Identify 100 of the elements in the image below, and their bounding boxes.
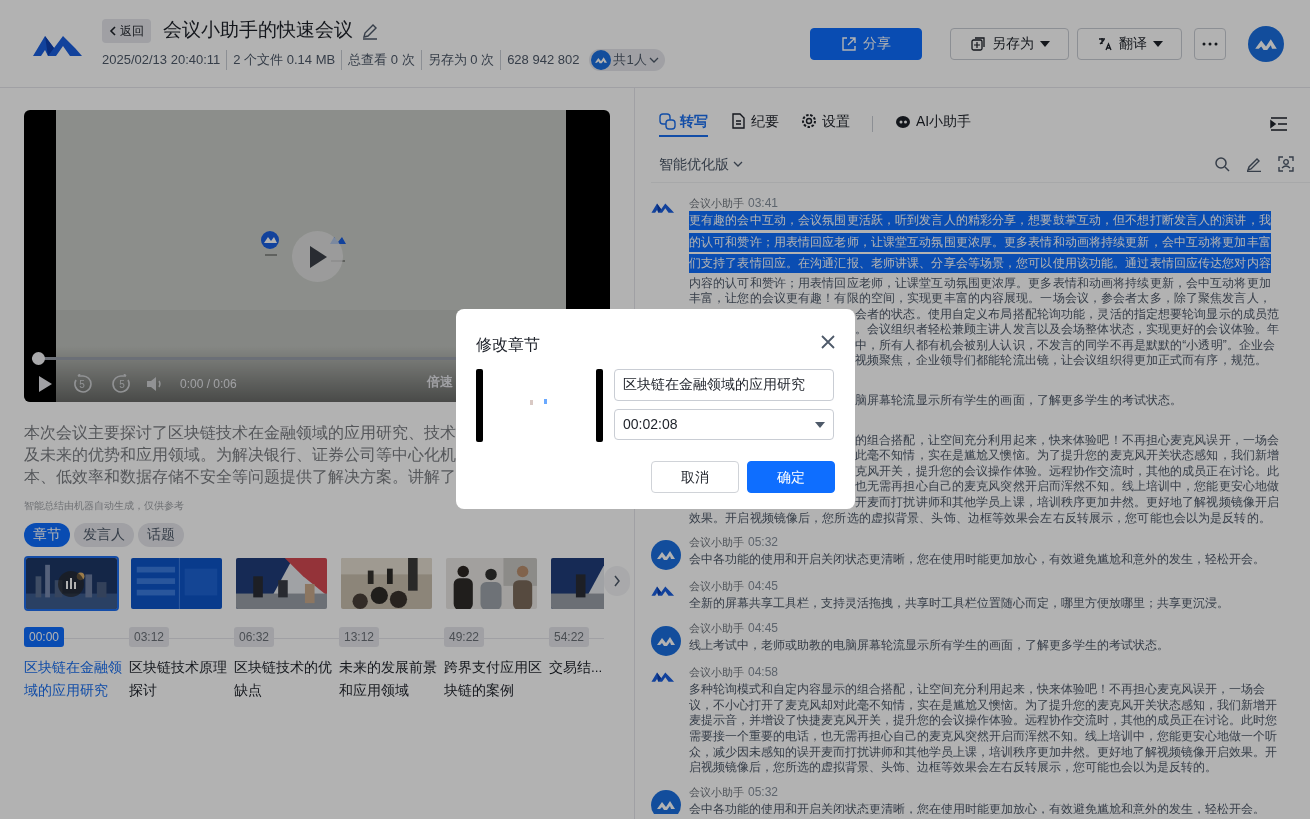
version-dropdown[interactable]: 智能优化版 bbox=[659, 153, 743, 175]
chapter-title-field[interactable]: 区块链在金融领域的应用研究 bbox=[614, 369, 834, 401]
chapter-title[interactable]: 跨界支付应用区块链的案例 bbox=[444, 656, 548, 702]
filter-tab[interactable]: 话题 bbox=[138, 523, 184, 547]
timestamp: 04:45 bbox=[748, 578, 779, 596]
time-badge: 03:12 bbox=[129, 627, 170, 647]
collapse-icon[interactable] bbox=[1270, 116, 1288, 132]
timestamp: 03:41 bbox=[748, 195, 779, 212]
caret-down-icon bbox=[815, 421, 825, 428]
meta-text: 总查看 0 次 bbox=[341, 50, 415, 70]
transcribe-icon bbox=[659, 113, 676, 130]
transcript-text: 也无需再担心自己的麦克风突然开启而浑然不知。线上培训中，您能更安心地做 bbox=[855, 479, 1280, 496]
close-icon bbox=[821, 335, 835, 349]
person-scan-icon[interactable] bbox=[1278, 156, 1294, 172]
chapter-title[interactable]: 交易结... bbox=[549, 656, 604, 679]
time-badge: 49:22 bbox=[444, 627, 485, 647]
timestamp: 05:32 bbox=[748, 784, 779, 802]
chapter-title[interactable]: 区块链技术原理探讨 bbox=[129, 656, 233, 702]
caret-down-icon bbox=[1152, 40, 1163, 47]
selected-text: 更有趣的会中互动，会议氛围更活跃，听到发言人的精彩分享，想要鼓掌互动，但不想打断发言人的演讲，我 bbox=[689, 211, 1271, 230]
caret-down-icon bbox=[1039, 40, 1050, 47]
avatar-icon bbox=[651, 540, 681, 571]
more-icon bbox=[1202, 41, 1218, 46]
chapter-title[interactable]: 未来的发展前景和应用领域 bbox=[339, 656, 443, 702]
robot-icon bbox=[895, 113, 912, 130]
transcript-text: 脑屏幕轮流显示所有学生的画面，了解更多学生的考试状态。 bbox=[855, 393, 1183, 409]
transcript-text: 会中各功能的使用和开启关闭状态更清晰，您在使用时能更加放心，有效避免尴尬和意外的发生，轻松开会。 bbox=[689, 552, 1266, 568]
timestamp: 05:32 bbox=[748, 534, 779, 552]
time-badge: 00:00 bbox=[24, 627, 65, 647]
meeting-title: 会议小助手的快速会议 bbox=[163, 18, 353, 43]
speaker-name: 会议小助手 bbox=[689, 664, 744, 680]
time-badge: 13:12 bbox=[339, 627, 380, 647]
chevron-down-icon bbox=[648, 55, 659, 64]
copy-icon bbox=[969, 35, 986, 52]
panel-tab[interactable]: 设置 bbox=[801, 111, 850, 137]
pencil-icon[interactable] bbox=[1246, 156, 1262, 172]
logo-icon bbox=[651, 201, 675, 215]
transcript-text: 丰富，让您的会议更有趣！有限的空间，实现更丰富的内容展现。一场会议，参会者太多，除了聚焦发言人， bbox=[689, 291, 1271, 307]
next-button[interactable] bbox=[604, 566, 630, 596]
back-button[interactable]: 返回 bbox=[102, 18, 151, 43]
time-badge: 06:32 bbox=[234, 627, 275, 647]
timestamp: 04:45 bbox=[748, 619, 779, 637]
avatar-icon[interactable] bbox=[1248, 25, 1284, 62]
play-icon[interactable] bbox=[38, 376, 52, 392]
time-select[interactable]: 00:02:08 bbox=[614, 409, 834, 440]
panel-tab[interactable]: 纪要 bbox=[730, 111, 779, 137]
summary-text: 及未来的优势和应用领域。为解决银行、证券公司等中心化机 bbox=[24, 445, 457, 465]
dropdown-button[interactable]: 另存为 bbox=[950, 27, 1069, 60]
dropdown-button[interactable]: 翻译 bbox=[1077, 27, 1182, 60]
transcript-text: 视频聚焦，企业领导们都能轮流出镜，让会议组织得更加正式而有序，规范。 bbox=[855, 353, 1268, 370]
transcript-text: 的组合搭配，让空间充分利用起来，快来体验吧！不再担心麦克风误开，一场会 bbox=[855, 432, 1280, 449]
meta-text: 628 942 802 bbox=[500, 50, 580, 70]
search-icon[interactable] bbox=[1214, 156, 1230, 172]
transcript-text: 效果。开启视频镜像后，您所选的虚拟背景、头饰、边框等效果会左右反转展示，您可能也会以为是反转的。 bbox=[689, 510, 1271, 527]
transcript-text: 内容的认可和赞许；用表情回应老师，让课堂互动氛围更浓厚。更多表情和动画将持续更新，会中互动将更加 bbox=[689, 275, 1271, 292]
meta-text: 另存为 0 次 bbox=[420, 50, 495, 70]
chevron-down-icon bbox=[733, 160, 743, 168]
share-icon bbox=[841, 35, 857, 52]
filter-tab[interactable]: 发言人 bbox=[74, 523, 134, 547]
cancel-button[interactable]: 取消 bbox=[651, 461, 739, 493]
transcript-text: 此毫不知情，实在是尴尬又懊恼。为了提升您的麦克风开关状态感知，我们新增 bbox=[855, 448, 1280, 464]
speaker-name: 会议小助手 bbox=[689, 534, 744, 550]
panel-tab[interactable]: 转写 bbox=[659, 111, 708, 137]
avatar-icon bbox=[651, 625, 681, 656]
document-icon bbox=[730, 113, 747, 130]
filter-tab[interactable]: 章节 bbox=[24, 523, 70, 547]
progress-thumb[interactable] bbox=[32, 352, 45, 365]
chapter-title[interactable]: 区块链技术的优缺点 bbox=[234, 656, 338, 702]
member-count: 共1人 bbox=[613, 51, 647, 69]
transcript-text: 克风开关，提升您的会议操作体验。远程协作交流时，其他的成员正在讨论。此 bbox=[855, 463, 1280, 480]
share-button[interactable]: 分享 bbox=[810, 27, 922, 60]
meta-text: 2 个文件 0.14 MB bbox=[226, 50, 336, 70]
confirm-button[interactable]: 确定 bbox=[747, 461, 835, 493]
selected-text: 们支持了表情回应。在沟通汇报、老师讲课、分享会等场景，您可以使用该功能。通过表情回应传达您对内容 bbox=[689, 254, 1271, 273]
settings-icon bbox=[801, 113, 818, 130]
speaker-name: 会议小助手 bbox=[689, 620, 744, 636]
transcript-text: 。会议组织者轻松兼顾主讲人发言以及会场整体状态，实现更好的会议体验。年 bbox=[855, 322, 1280, 338]
close-button[interactable] bbox=[821, 335, 835, 349]
speaker-name: 会议小助手 bbox=[689, 578, 744, 594]
speaker-name: 会议小助手 bbox=[689, 195, 744, 211]
summary-text: 本、低效率和数据存储不安全等问题提供了解决方案。讲解了 bbox=[24, 467, 457, 487]
transcript-text: 开麦而打扰讲师和其他学员上课，培训秩序更加井然。更好地了解视频镜像开启 bbox=[855, 495, 1280, 511]
selected-text: 的认可和赞许；用表情回应老师，让课堂互动氛围更浓厚。更多表情和动画将持续更新，会中互动将更加丰富 bbox=[689, 232, 1271, 252]
avatar-icon bbox=[651, 790, 681, 814]
meta-text: 2025/02/13 20:40:11 bbox=[102, 51, 221, 69]
panel-tab[interactable]: AI小助手 bbox=[895, 111, 972, 137]
chapter-title[interactable]: 区块链在金融领域的应用研究 bbox=[24, 656, 128, 702]
translate-icon bbox=[1096, 35, 1113, 52]
transcript-text: 会者的状态。使用自定义布局搭配轮询功能，灵活的指定想要轮询显示的成员范 bbox=[855, 306, 1280, 323]
time-badge: 54:22 bbox=[549, 627, 590, 647]
avatar-icon bbox=[591, 49, 612, 70]
timestamp: 04:58 bbox=[748, 663, 779, 681]
transcript-text: 全新的屏幕共享工具栏，支持灵活拖拽，共享时工具栏位置随心而定，哪里方便放哪里；共享更沉浸。 bbox=[689, 596, 1230, 612]
speaker-name: 会议小助手 bbox=[689, 784, 744, 800]
chevron-right-icon bbox=[613, 575, 621, 587]
members-button[interactable]: 共1人 bbox=[589, 48, 665, 71]
transcript-text: 线上考试中，老师或助教的电脑屏幕轮流显示所有学生的画面，了解更多学生的考试状态。 bbox=[689, 637, 1170, 654]
equalizer-icon bbox=[58, 571, 84, 597]
transcript-text: 中，所有人都有机会被别人认识，不发言的同学不再是默默的“小透明”。企业会 bbox=[855, 337, 1276, 354]
transcript-text: 多种轮询模式和自定内容显示的组合搭配，让空间充分利用起来，快来体验吧！不再担心麦克风误开，一场会议，不小心打开了麦克风却对此毫不知情，实在是尴尬又懊恼。为了提升您的麦克风开关状态感知，我们新增开麦提示音，并增设了快捷麦克风开关，提升您的会议操作体验。远程协作交流时，其他的成员正在讨论。此时您需要接一个重要的电话，也无需再担心自己的麦克风突然开启而浑然不知。线上培训中，您能更安心地做一个听众，减少因未感知的误开麦而打扰讲师和其他学员上课，培训秩序更加井然。更好地了解视频镜像开启效果。开启视频镜像后，您所选的虚拟背景、头饰、边框等效果会左右反转展示，您可能也会以为是反转的。 bbox=[689, 681, 1278, 777]
